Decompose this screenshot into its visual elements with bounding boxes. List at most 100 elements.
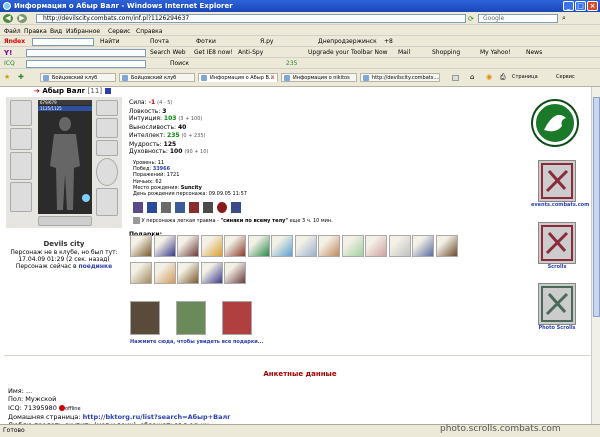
gift-item[interactable] [177,235,199,257]
homepage-link[interactable]: http://bktorg.ru/list?search=Абыр+Валг [83,413,231,421]
icq-search-button[interactable]: Поиск [170,60,189,67]
gift-photo[interactable] [130,301,160,335]
yandex-photos[interactable]: Фотки [196,38,216,45]
vertical-scrollbar[interactable] [591,87,600,424]
yahoo-logo[interactable]: Y! [4,49,12,57]
yandex-logo[interactable]: Яndex [4,38,25,45]
gift-item[interactable] [294,235,317,257]
get-ie8-button[interactable]: Get IE8 now! [194,49,233,56]
upgrade-toolbar-button[interactable]: Upgrade your Toolbar Now [308,49,388,56]
gift-item[interactable] [365,235,387,257]
rss-icon[interactable]: ◉ [486,73,492,81]
gift-item[interactable] [200,262,223,284]
minimize-button[interactable]: _ [563,1,574,11]
gift-item[interactable] [177,262,199,284]
menu-help[interactable]: Справка [136,28,162,35]
icq-search-input[interactable] [26,60,146,68]
gift-item[interactable] [318,235,340,257]
helmet-slot[interactable] [10,100,32,126]
gift-photo[interactable] [222,301,252,335]
gift-item[interactable] [412,235,434,257]
yandex-find-button[interactable]: Найти [100,38,119,45]
search-icon[interactable]: ⌕ [562,14,566,23]
gift-item[interactable] [271,235,293,257]
icq-button[interactable]: ICQ [4,60,15,67]
close-button[interactable]: × [587,1,598,11]
search-box[interactable]: Google [478,14,558,23]
print-icon[interactable]: ⎙ [500,73,506,82]
anti-spy-button[interactable]: Anti-Spy [238,49,263,56]
badge-icon[interactable] [231,202,241,213]
yahoo-search-input[interactable] [26,49,146,57]
page-menu[interactable]: Страница [512,74,538,80]
gift-item[interactable] [247,235,270,257]
earring-slot[interactable] [96,100,118,116]
necklace-slot[interactable] [96,118,118,138]
gift-item[interactable] [130,262,152,284]
yandex-ya-ru[interactable]: Я.ру [260,38,273,45]
scrollbar-thumb[interactable] [593,97,600,317]
amulet-slot[interactable] [10,128,32,150]
tab-4[interactable]: Информация о nikitos [281,73,357,82]
gift-item[interactable] [130,235,152,257]
clan-badge-icon[interactable] [133,202,143,213]
ring-slot[interactable] [96,140,118,156]
events-logo-icon[interactable] [533,101,577,145]
news-button[interactable]: News [526,49,542,56]
tab-2[interactable]: Бойцовский клуб [119,73,195,82]
add-favorite-icon[interactable]: ✚ [18,73,24,81]
gift-photo[interactable] [176,301,206,335]
gift-item[interactable] [153,262,176,284]
banner-photo-scrolls[interactable]: Photo Scrolls [531,283,583,331]
search-web-button[interactable]: Search Web [150,49,186,56]
belt-slot[interactable] [38,216,92,226]
tab-close-icon[interactable]: × [270,74,275,81]
location-link[interactable]: поединке [78,263,112,270]
forward-button[interactable]: ▶ [17,14,27,23]
tab-1[interactable]: Бойцовский клуб [40,73,116,82]
yandex-mail[interactable]: Почта [150,38,169,45]
gift-item[interactable] [435,235,458,257]
badge-icon[interactable] [189,202,199,213]
menu-tools[interactable]: Сервис [108,28,130,35]
badge-icon[interactable] [147,202,157,213]
gift-item[interactable] [341,235,364,257]
badge-icon[interactable] [217,202,227,213]
tab-5[interactable]: http://devilscity.combats.... [360,73,440,82]
shopping-button[interactable]: Shopping [432,49,460,56]
boots-slot[interactable] [96,188,118,216]
mail-button[interactable]: Mail [398,49,410,56]
address-bar[interactable]: http://devilscity.combats.com/inf.pl?112… [36,14,466,23]
banner-scrolls[interactable]: Scrolls [531,222,583,270]
banner-events[interactable]: events.combats.com [531,160,589,208]
my-yahoo-button[interactable]: My Yahoo! [480,49,511,56]
badge-icon[interactable] [175,202,185,213]
tab-3[interactable]: Информация о Абыр В... × [198,73,278,82]
menu-view[interactable]: Вид [50,28,62,35]
favorites-star-icon[interactable]: ★ [4,73,10,81]
gift-item[interactable] [200,235,223,257]
menu-favorites[interactable]: Избранное [66,28,100,35]
gift-item[interactable] [153,235,176,257]
back-button[interactable]: ◀ [3,14,13,23]
gift-item[interactable] [388,235,411,257]
menu-file[interactable]: Файл [4,28,21,35]
info-icon[interactable] [104,88,111,94]
armor-slot[interactable] [10,182,32,212]
badge-icon[interactable] [203,202,213,213]
gift-item[interactable] [224,262,246,284]
home-icon[interactable]: ⌂ [470,73,474,81]
gift-item[interactable] [224,235,246,257]
badge-icon[interactable] [161,202,171,213]
menu-edit[interactable]: Правка [24,28,47,35]
character-avatar[interactable]: 679/679 1125/1125 [38,100,92,214]
maximize-button[interactable]: □ [575,1,586,11]
shield-slot[interactable] [96,158,118,186]
tools-menu[interactable]: Сервис [556,74,575,80]
yandex-search-input[interactable] [32,38,94,46]
all-gifts-link[interactable]: Нажмите сюда, чтобы увидеть все подарки.… [130,339,263,345]
new-tab-button[interactable] [452,75,459,81]
weapon-slot[interactable] [10,152,32,180]
status-bar: Готово photo.scrolls.combats.com [0,424,600,437]
refresh-icon[interactable]: ⟳ [468,15,474,23]
